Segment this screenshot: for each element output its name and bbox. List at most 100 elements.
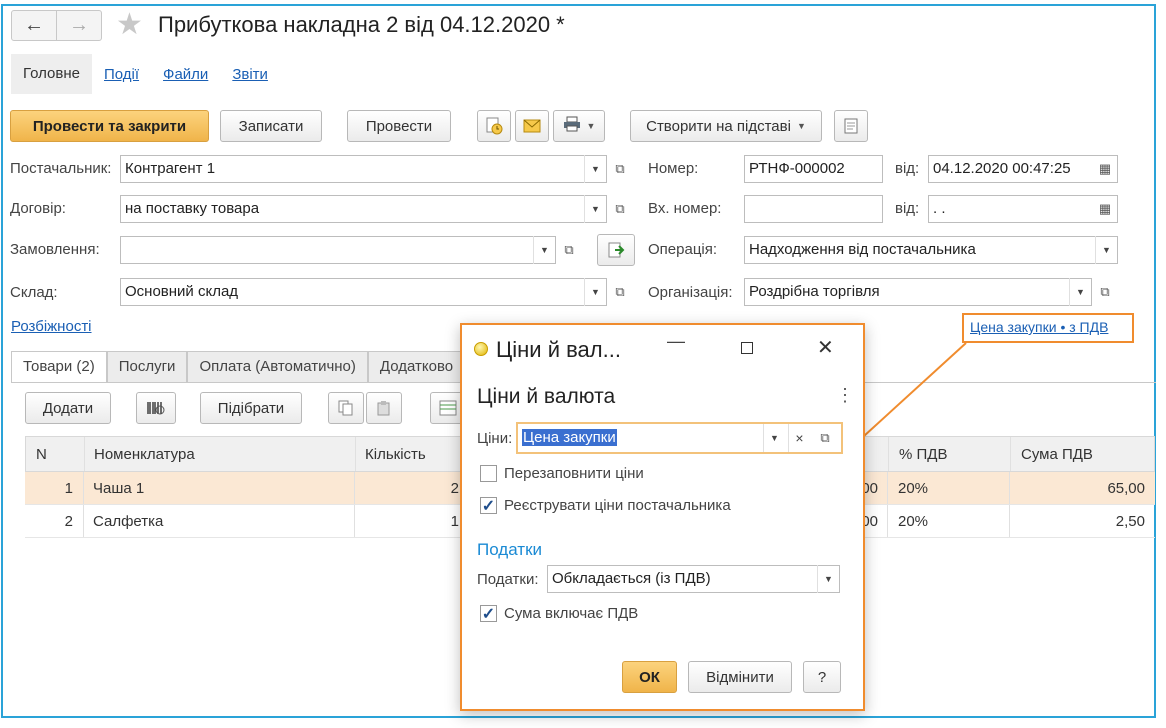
top-tabs: Головне Події Файли Звіти — [11, 54, 280, 94]
organization-field[interactable]: Роздрібна торгівля — [744, 278, 1092, 306]
supplier-field[interactable]: Контрагент 1 — [120, 155, 607, 183]
save-button[interactable]: Записати — [220, 110, 322, 142]
price-type-link[interactable]: Цена закупки • з ПДВ — [970, 319, 1108, 335]
in-date-field[interactable]: . . — [928, 195, 1118, 223]
row-item[interactable]: Салфетка — [93, 505, 163, 537]
refill-prices-checkbox[interactable] — [480, 465, 497, 482]
discrepancies-link[interactable]: Розбіжності — [11, 318, 92, 335]
post-and-close-button[interactable]: Провести та закрити — [10, 110, 209, 142]
tab-files[interactable]: Файли — [151, 66, 220, 83]
open-icon[interactable]: ⧉ — [814, 425, 836, 451]
attachment-clock-icon[interactable] — [477, 110, 511, 142]
more-options-icon[interactable]: ⋮ — [836, 386, 854, 404]
date-field[interactable]: 04.12.2020 00:47:25 — [928, 155, 1118, 183]
row-number: 1 — [64, 479, 73, 497]
mail-icon[interactable] — [515, 110, 549, 142]
calendar-icon[interactable]: ▦ — [1094, 196, 1116, 222]
copy-icon[interactable] — [328, 392, 364, 424]
clear-icon[interactable]: × — [788, 424, 810, 452]
row-qty[interactable]: 2 — [364, 472, 459, 504]
sum-includes-vat-checkbox[interactable]: ✓ — [480, 605, 497, 623]
pick-button[interactable]: Підібрати — [200, 392, 302, 424]
tab-events[interactable]: Події — [92, 66, 151, 83]
in-number-field[interactable] — [744, 195, 883, 223]
nav-buttons: ← → — [11, 10, 102, 41]
chevron-down-icon[interactable]: ▼ — [763, 424, 785, 452]
window-title: Прибуткова накладна 2 від 04.12.2020 * — [158, 12, 565, 37]
row-vat-sum[interactable]: 65,00 — [1020, 472, 1145, 504]
prices-label: Ціни: — [477, 430, 513, 447]
row-item[interactable]: Чаша 1 — [93, 472, 144, 504]
help-button[interactable]: ? — [803, 661, 841, 693]
open-icon[interactable]: ⧉ — [558, 237, 580, 263]
row-qty[interactable]: 1 — [364, 505, 459, 537]
chevron-down-icon[interactable]: ▼ — [1069, 278, 1091, 306]
order-field[interactable] — [120, 236, 556, 264]
create-based-on-button[interactable]: Створити на підставі ▼ — [630, 110, 822, 142]
taxes-field[interactable]: Обкладається (із ПДВ) — [547, 565, 840, 593]
forward-arrow-icon[interactable]: → — [56, 11, 101, 40]
tab-payment[interactable]: Оплата (Автоматично) — [187, 351, 368, 383]
calendar-icon[interactable]: ▦ — [1094, 156, 1116, 182]
open-icon[interactable]: ⧉ — [1094, 279, 1116, 305]
column-vat-sum[interactable]: Сума ПДВ — [1021, 437, 1093, 471]
chevron-down-icon[interactable]: ▼ — [584, 195, 606, 223]
open-icon[interactable]: ⧉ — [609, 196, 631, 222]
chevron-down-icon: ▼ — [586, 121, 596, 131]
warehouse-field[interactable]: Основний склад — [120, 278, 607, 306]
paste-icon[interactable] — [366, 392, 402, 424]
date-label: від: — [895, 160, 920, 177]
row-vat-pct[interactable]: 20% — [898, 472, 928, 504]
number-field[interactable]: РТНФ-000002 — [744, 155, 883, 183]
barcode-icon[interactable] — [136, 392, 176, 424]
operation-label: Операція: — [648, 241, 718, 258]
refill-prices-label: Перезаповнити ціни — [504, 465, 644, 482]
open-icon[interactable]: ⧉ — [609, 156, 631, 182]
contract-field[interactable]: на поставку товара — [120, 195, 607, 223]
sub-tabs: Товари (2) Послуги Оплата (Автоматично) … — [11, 351, 466, 383]
minimize-icon[interactable]: — — [667, 331, 685, 352]
operation-field[interactable]: Надходження від постачальника — [744, 236, 1118, 264]
app-logo-icon — [474, 342, 488, 356]
chevron-down-icon[interactable]: ▼ — [1095, 236, 1117, 264]
document-icon[interactable] — [834, 110, 868, 142]
chevron-down-icon[interactable]: ▼ — [584, 278, 606, 306]
sum-includes-vat-label: Сума включає ПДВ — [504, 605, 639, 622]
post-button[interactable]: Провести — [347, 110, 451, 142]
create-based-on-label: Створити на підставі — [646, 117, 791, 135]
tab-main[interactable]: Головне — [11, 54, 92, 94]
register-prices-label: Реєструвати ціни постачальника — [504, 497, 731, 514]
tab-goods[interactable]: Товари (2) — [11, 351, 107, 383]
tab-services[interactable]: Послуги — [106, 351, 188, 383]
register-prices-checkbox[interactable]: ✓ — [480, 497, 497, 515]
warehouse-label: Склад: — [10, 284, 58, 301]
tab-reports[interactable]: Звіти — [220, 66, 280, 83]
column-vat-pct[interactable]: % ПДВ — [899, 437, 947, 471]
open-icon[interactable]: ⧉ — [609, 279, 631, 305]
favorite-star-icon[interactable]: ★ — [116, 8, 143, 42]
row-vat-sum[interactable]: 2,50 — [1020, 505, 1145, 537]
column-qty[interactable]: Кількість — [365, 437, 426, 471]
chevron-down-icon[interactable]: ▼ — [584, 155, 606, 183]
number-label: Номер: — [648, 160, 699, 177]
chevron-down-icon[interactable]: ▼ — [817, 565, 839, 593]
maximize-icon[interactable] — [741, 342, 753, 354]
cancel-button[interactable]: Відмінити — [688, 661, 792, 693]
row-number: 2 — [64, 512, 73, 530]
chevron-down-icon[interactable]: ▼ — [533, 236, 555, 264]
column-item[interactable]: Номенклатура — [94, 437, 195, 471]
print-button[interactable]: ▼ — [553, 110, 605, 142]
ok-button[interactable]: ОК — [622, 661, 677, 693]
printer-icon — [563, 116, 581, 136]
tab-additional[interactable]: Додатково — [367, 351, 466, 383]
prices-value: Цена закупки — [522, 429, 617, 446]
column-n[interactable]: N — [36, 437, 47, 471]
row-vat-pct[interactable]: 20% — [898, 505, 928, 537]
fill-order-icon[interactable] — [597, 234, 635, 266]
close-icon[interactable]: ✕ — [817, 335, 834, 360]
order-label: Замовлення: — [10, 241, 100, 258]
taxes-label: Податки: — [477, 571, 539, 588]
back-arrow-icon[interactable]: ← — [12, 11, 56, 40]
add-row-button[interactable]: Додати — [25, 392, 111, 424]
in-date-label: від: — [895, 200, 920, 217]
